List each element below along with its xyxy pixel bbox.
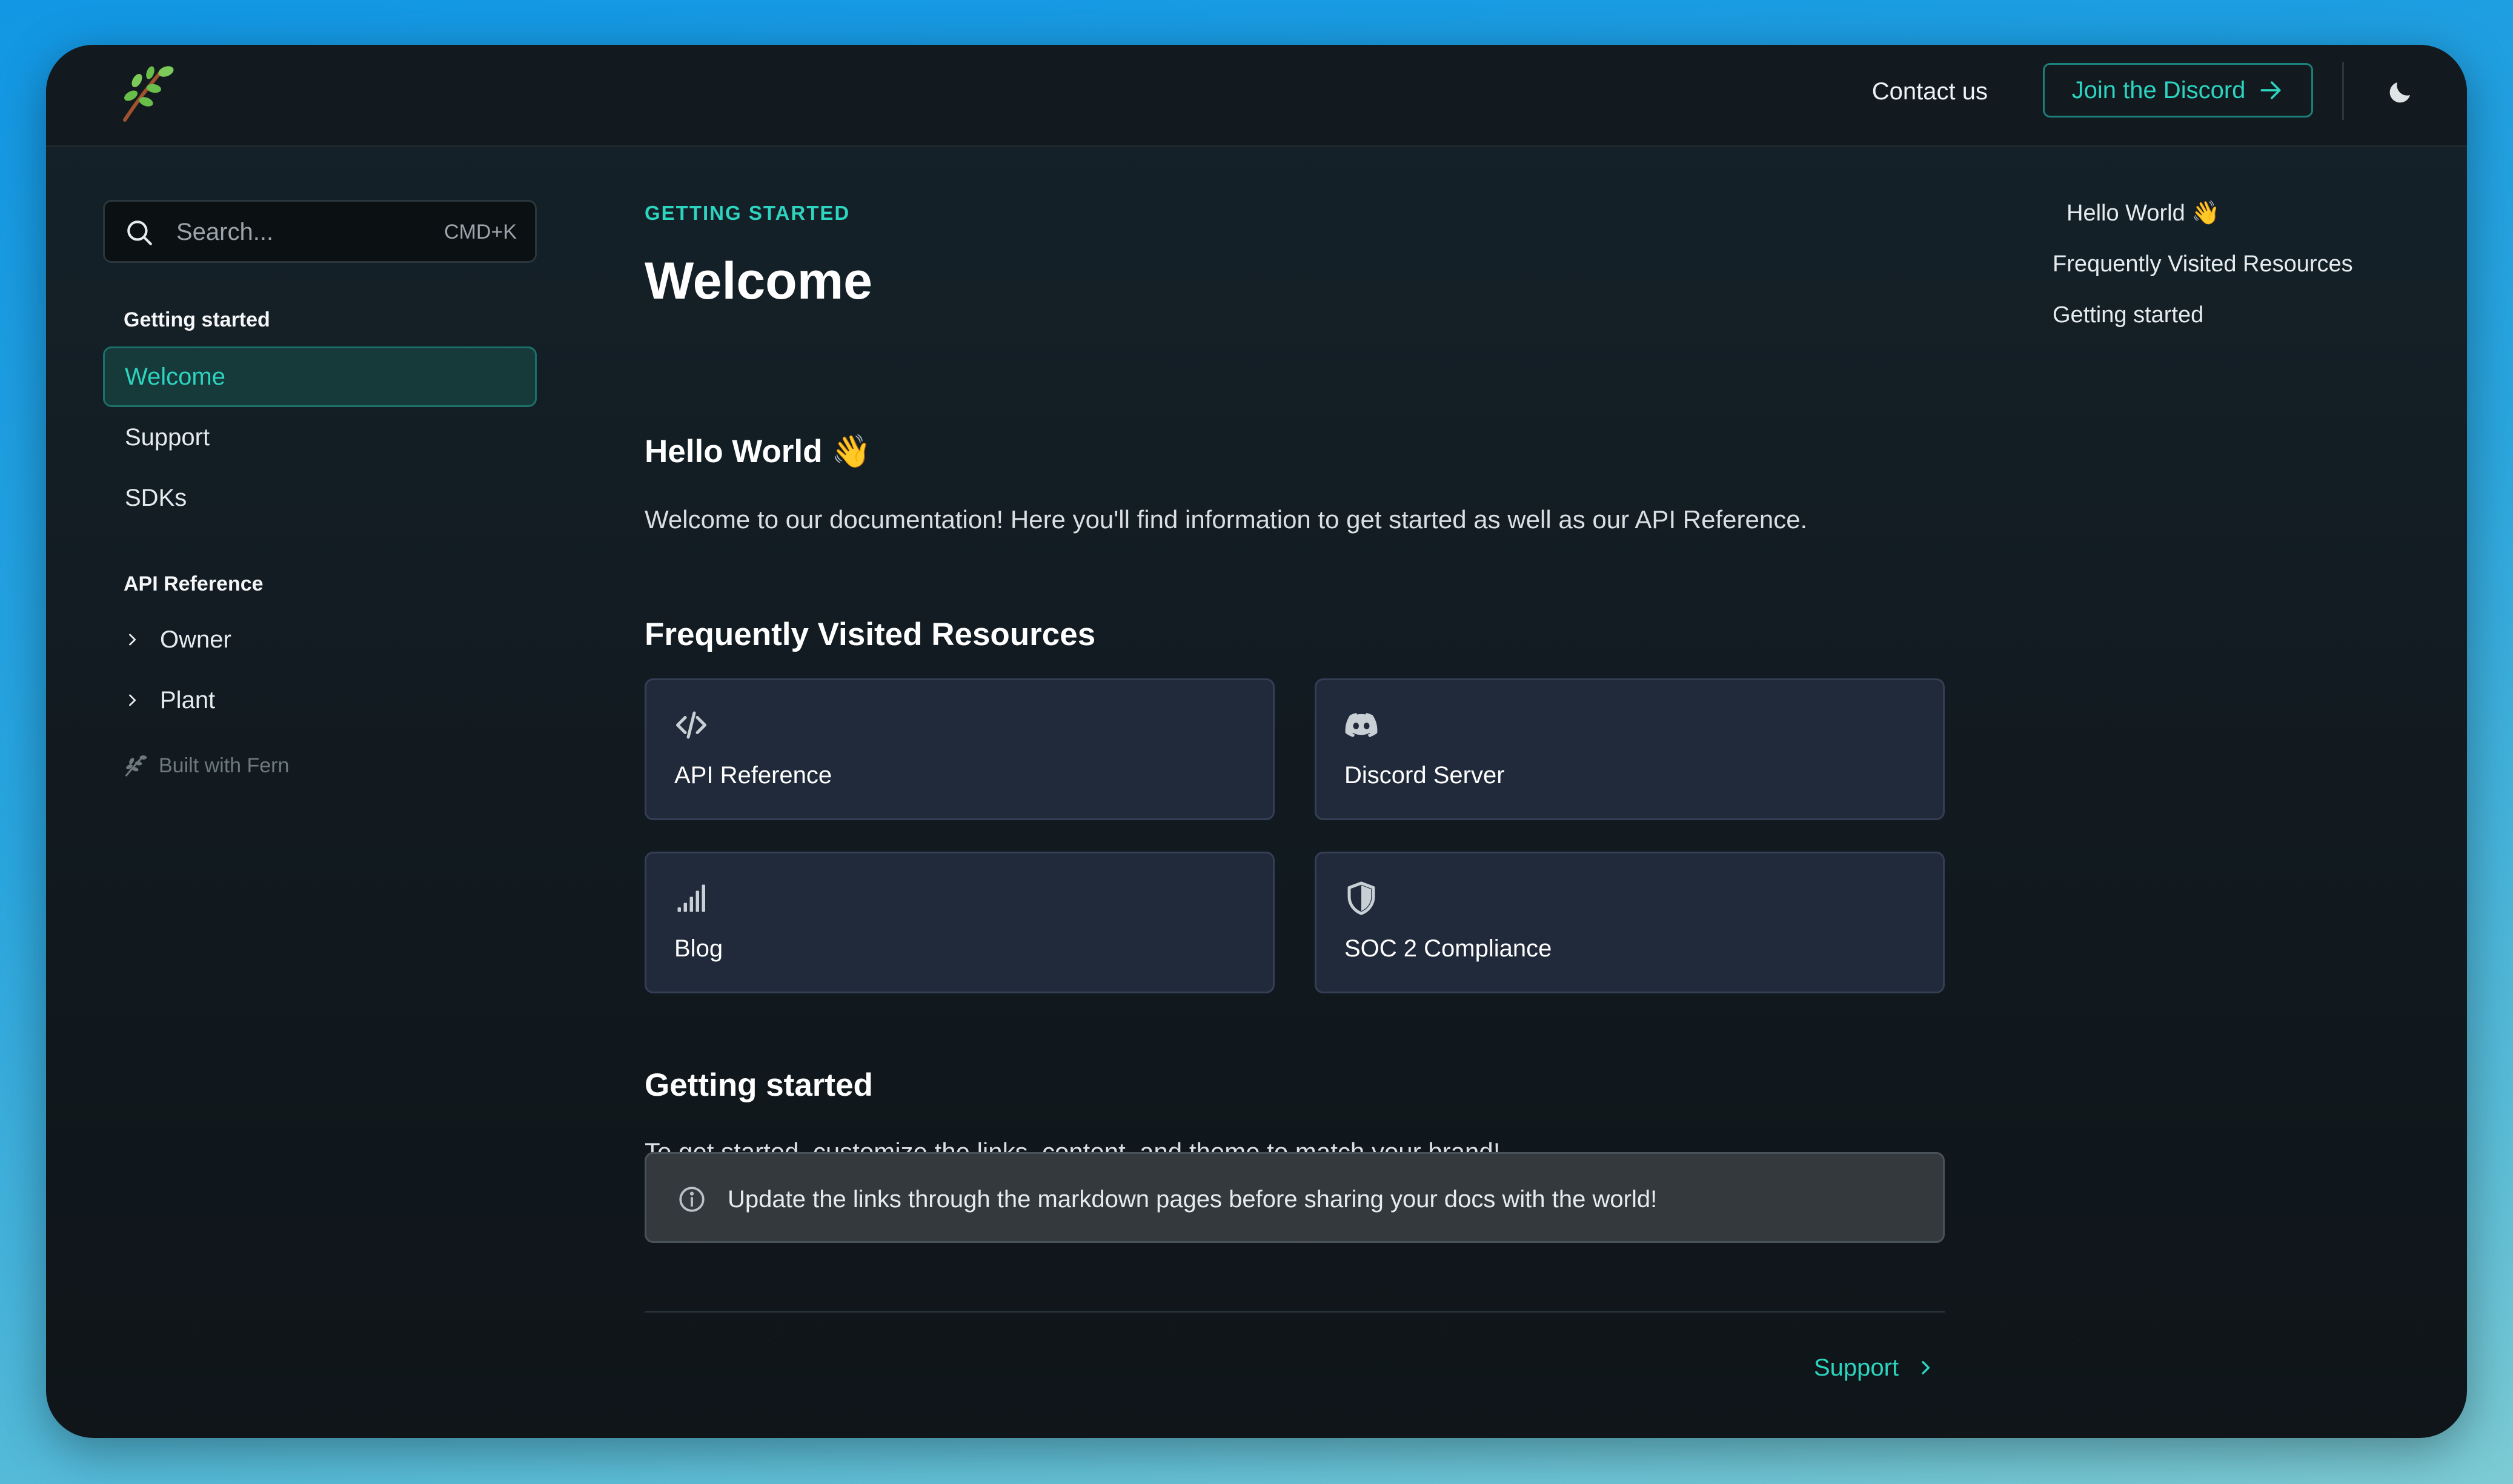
join-discord-label: Join the Discord <box>2071 76 2246 104</box>
card-blog[interactable]: Blog <box>645 852 1275 993</box>
chevron-right-icon <box>129 694 136 706</box>
sidebar-item-plant-label: Plant <box>160 687 216 714</box>
card-label: SOC 2 Compliance <box>1344 935 1552 962</box>
chevron-right-icon <box>1922 1360 1930 1375</box>
card-api-reference[interactable]: API Reference <box>645 678 1275 820</box>
card-soc2-compliance[interactable]: SOC 2 Compliance <box>1315 852 1945 993</box>
toc-item-hello-world[interactable]: Hello World 👋 <box>2067 199 2220 228</box>
header-divider <box>2342 62 2344 120</box>
info-icon <box>679 1187 705 1212</box>
search-icon <box>127 220 152 245</box>
sidebar-item-support[interactable]: Support <box>103 407 537 468</box>
next-page-label: Support <box>1814 1354 1899 1381</box>
heading-hello-world: Hello World 👋 <box>645 434 872 469</box>
sidebar-item-welcome[interactable]: Welcome <box>103 346 537 407</box>
card-label: Blog <box>674 935 723 962</box>
contact-us-link[interactable]: Contact us <box>1872 76 1988 107</box>
code-icon <box>676 711 706 739</box>
built-with-fern-link[interactable]: Built with Fern <box>121 747 289 784</box>
fern-leaf-icon <box>125 755 147 777</box>
toc-item-getting-started[interactable]: Getting started <box>2053 300 2203 330</box>
chevron-right-icon <box>129 634 136 646</box>
search-input[interactable]: Search... CMD+K <box>103 200 537 263</box>
sidebar-item-owner[interactable]: Owner <box>103 609 537 670</box>
sidebar-section-getting-started: Getting started <box>124 308 270 331</box>
sidebar-item-owner-label: Owner <box>160 626 231 653</box>
card-label: Discord Server <box>1344 762 1505 789</box>
info-callout: Update the links through the markdown pa… <box>645 1152 1945 1243</box>
next-page-link[interactable]: Support <box>1814 1351 1935 1385</box>
sidebar-item-sdks[interactable]: SDKs <box>103 468 537 528</box>
callout-text: Update the links through the markdown pa… <box>728 1186 1658 1213</box>
footer-divider <box>645 1311 1945 1313</box>
toc-item-resources[interactable]: Frequently Visited Resources <box>2053 250 2353 279</box>
signal-bars-icon <box>677 884 705 912</box>
hello-paragraph: Welcome to our documentation! Here you'l… <box>645 505 1808 534</box>
card-label: API Reference <box>674 762 832 789</box>
section-eyebrow: GETTING STARTED <box>645 202 851 224</box>
page-title: Welcome <box>645 252 872 310</box>
shield-icon <box>1347 881 1375 915</box>
discord-icon <box>1345 713 1378 737</box>
search-placeholder: Search... <box>176 219 274 245</box>
heading-getting-started: Getting started <box>645 1067 873 1103</box>
heading-resources: Frequently Visited Resources <box>645 617 1096 652</box>
search-shortcut: CMD+K <box>444 220 517 243</box>
docs-window: Contact us Join the Discord Search... CM… <box>46 45 2467 1438</box>
moon-icon[interactable] <box>2386 78 2415 107</box>
card-discord-server[interactable]: Discord Server <box>1315 678 1945 820</box>
fern-leaf-icon[interactable] <box>113 59 179 126</box>
sidebar-item-plant[interactable]: Plant <box>103 670 537 730</box>
top-header: Contact us Join the Discord <box>46 45 2467 147</box>
join-discord-button[interactable]: Join the Discord <box>2043 63 2313 118</box>
arrow-right-icon <box>2260 81 2281 99</box>
sidebar-section-api-reference: API Reference <box>124 572 264 595</box>
built-with-label: Built with Fern <box>159 754 290 777</box>
